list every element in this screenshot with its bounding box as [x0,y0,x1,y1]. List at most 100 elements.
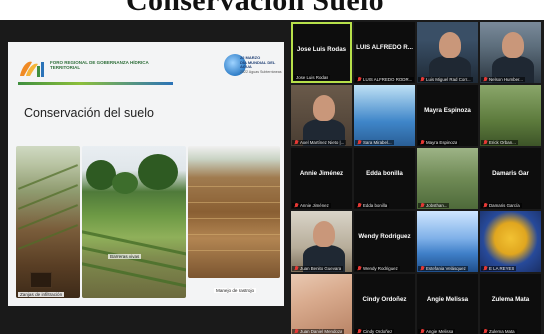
participant-label-text: Mayra Espinoza [426,140,458,145]
barriers-photo [82,146,186,298]
mic-muted-icon [294,329,299,334]
participant-label: Zulema Mata [481,329,517,334]
participant-name: Angie Melissa [426,296,469,303]
mic-muted-icon [294,140,299,145]
participant-video [417,22,478,83]
participant-tile[interactable]: E LA REYES [480,211,541,272]
participant-tile[interactable]: Wendy Rodriguez Wendy Rodriguez [354,211,415,272]
participant-label: Juan Benito Guevara [292,266,344,271]
event-logo-text: 22 MARZO DÍA MUNDIAL DEL AGUA 2022 Aguas… [240,55,282,74]
forum-logo-icon [20,61,44,77]
shared-slide: FORO REGIONAL DE GOBERNANZA HÍDRICA TERR… [8,42,284,306]
participant-tile[interactable]: Sara Mirabel... [354,85,415,146]
participant-tile[interactable]: Angie Melissa Angie Melissa [417,274,478,334]
person-head [502,32,524,58]
mic-muted-icon [483,77,488,82]
participant-tile[interactable]: Edda bonilla Edda bonilla [354,148,415,209]
trench-photo [16,146,80,298]
caption-trench: Zanjas de infiltración [18,292,65,297]
participant-name: Cindy Ordoñez [362,296,407,303]
participant-tile[interactable]: Axel Martínez Nieto |... [291,85,352,146]
mic-muted-icon [357,140,362,145]
participant-name: Damaris Gar [492,170,529,177]
mic-muted-icon [420,203,425,208]
participant-tile[interactable]: Luis Miguel Rad Corr... [417,22,478,83]
participant-label-text: Juan Daniel Mendoza [300,329,343,334]
participant-name: Annie Jiménez [299,170,344,177]
mic-muted-icon [483,329,488,334]
mic-muted-icon [357,77,362,82]
participant-label: Jobsthan... [418,203,450,208]
participant-name: Zulema Mata [491,296,530,303]
participant-label-text: Luis Miguel Rad Corr... [426,77,471,82]
participant-label-text: Sara Mirabel... [363,140,392,145]
participant-tile[interactable]: Jose Luis Rodas Jose Luis Rodas [291,22,352,83]
mic-muted-icon [420,77,425,82]
participant-video [417,211,478,272]
participant-tile[interactable]: Annie Jiménez Annie Jiménez [291,148,352,209]
participant-tile[interactable]: Mayra Espinoza Mayra Espinoza [417,85,478,146]
participant-video [291,85,352,146]
mic-muted-icon [483,203,488,208]
banner-headline: Conservación Suelo [126,0,384,17]
participant-tile[interactable]: Zulema Mata Zulema Mata [480,274,541,334]
participant-name: Mayra Espinoza [424,107,471,114]
mic-muted-icon [420,140,425,145]
participant-tile[interactable]: LUIS ALFREDO R... LUIS ALFREDO RODR... [354,22,415,83]
participant-name: LUIS ALFREDO R... [356,44,413,51]
participant-label-text: Edda bonilla [363,203,388,208]
participant-label: Erick Orban... [481,140,518,145]
participant-label: Wendy Rodriguez [355,266,400,271]
mic-muted-icon [420,266,425,271]
participant-label: Mayra Espinoza [418,140,460,145]
mic-muted-icon [357,329,362,334]
participant-tile[interactable]: Juan Daniel Mendoza [291,274,352,334]
participant-label-text: Erick Orban... [489,140,516,145]
participant-video [480,211,541,272]
participant-label-text: Jose Luis Rodas [296,75,329,80]
participant-tile[interactable]: Juan Benito Guevara [291,211,352,272]
mic-muted-icon [294,203,299,208]
mic-muted-icon [294,266,299,271]
participant-video [480,85,541,146]
slide-header: FORO REGIONAL DE GOBERNANZA HÍDRICA TERR… [8,42,284,100]
participant-tile[interactable]: Erick Orban... [480,85,541,146]
participant-label: LUIS ALFREDO RODR... [355,77,415,82]
mic-muted-icon [420,329,425,334]
participant-video [480,22,541,83]
participant-label-text: Annie Jiménez [300,203,329,208]
participant-tile[interactable]: Estefania Velásquez [417,211,478,272]
participant-label-text: Angie Melissa [426,329,454,334]
participant-label: Annie Jiménez [292,203,331,208]
participant-video [354,85,415,146]
participant-name: Wendy Rodriguez [358,233,411,240]
participant-tile[interactable]: Damaris Gar Damaris García [480,148,541,209]
participant-label: Juan Daniel Mendoza [292,329,345,334]
participant-tile[interactable]: Nelson Humber... [480,22,541,83]
participant-label: Cindy Ordoñez [355,329,395,334]
participant-label: Angie Melissa [418,329,456,334]
participant-tile[interactable]: Jobsthan... [417,148,478,209]
participant-label-text: Axel Martínez Nieto |... [300,140,345,145]
participant-label: Damaris García [481,203,522,208]
mic-muted-icon [357,266,362,271]
participant-label: Sara Mirabel... [355,140,394,145]
participant-label: Nelson Humber... [481,77,525,82]
slide-title: Conservación del suelo [24,106,154,120]
mic-muted-icon [357,203,362,208]
caption-stubble: Manejo de rastrojo [214,288,257,293]
participant-label-text: Jobsthan... [426,203,448,208]
mic-muted-icon [483,266,488,271]
participant-label: Edda bonilla [355,203,390,208]
participant-label-text: Nelson Humber... [489,77,523,82]
participant-name: Jose Luis Rodas [296,46,347,53]
participant-gallery: Jose Luis Rodas Jose Luis Rodas LUIS ALFRE… [291,22,544,334]
forum-stripe [18,82,173,85]
participant-label: Luis Miguel Rad Corr... [418,77,473,82]
caption-barriers: Barreras vivas [108,254,142,259]
participant-name: Edda bonilla [366,170,403,177]
participant-label-text: Cindy Ordoñez [363,329,393,334]
participant-tile[interactable]: Cindy Ordoñez Cindy Ordoñez [354,274,415,334]
stubble-photo [188,146,280,278]
participant-label-text: Estefania Velásquez [426,266,466,271]
